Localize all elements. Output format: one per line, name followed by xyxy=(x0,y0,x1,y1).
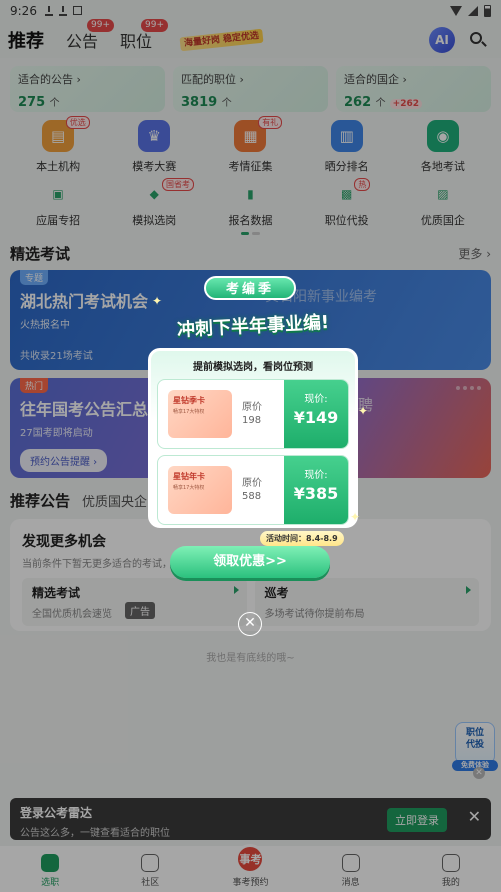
offer-card-quarterly[interactable]: 星钻季卡畅享17大特权 原价198 省49 现价:¥149 xyxy=(157,379,349,449)
modal-title: 冲刺下半年事业编! xyxy=(176,312,330,341)
card-desc: 畅享17大特权 xyxy=(173,409,205,415)
modal-header-badge: 考编季 xyxy=(204,276,296,300)
offer-card-annual[interactable]: 星钻年卡畅享17大特权 原价588 省203 现价:¥385 xyxy=(157,455,349,525)
card-thumbnail: 星钻季卡畅享17大特权 xyxy=(168,390,232,438)
sparkle-icon: ✦ xyxy=(350,510,361,524)
claim-offer-button[interactable]: 领取优惠>> xyxy=(170,546,330,578)
sparkle-icon: ✦ xyxy=(152,294,163,308)
current-price: 现价: ¥385 xyxy=(284,456,348,524)
promo-modal: 考编季 冲刺下半年事业编! 提前模拟选岗，看岗位预测 星钻季卡畅享17大特权 原… xyxy=(148,276,358,578)
activity-time-badge: 活动时间：8.4-8.9 xyxy=(260,531,344,546)
card-name: 星钻季卡 xyxy=(173,396,205,405)
card-thumbnail: 星钻年卡畅享17大特权 xyxy=(168,466,232,514)
original-price: 原价 198 xyxy=(242,402,262,426)
modal-subtitle: 提前模拟选岗，看岗位预测 xyxy=(193,362,313,373)
close-icon[interactable]: ✕ xyxy=(238,612,262,636)
current-price: 现价: ¥149 xyxy=(284,380,348,448)
card-desc: 畅享17大特权 xyxy=(173,485,205,491)
card-name: 星钻年卡 xyxy=(173,472,205,481)
modal-body: 提前模拟选岗，看岗位预测 星钻季卡畅享17大特权 原价198 省49 现价:¥1… xyxy=(148,348,358,528)
original-price: 原价 588 xyxy=(242,478,262,502)
sparkle-icon: ✦ xyxy=(358,404,369,418)
